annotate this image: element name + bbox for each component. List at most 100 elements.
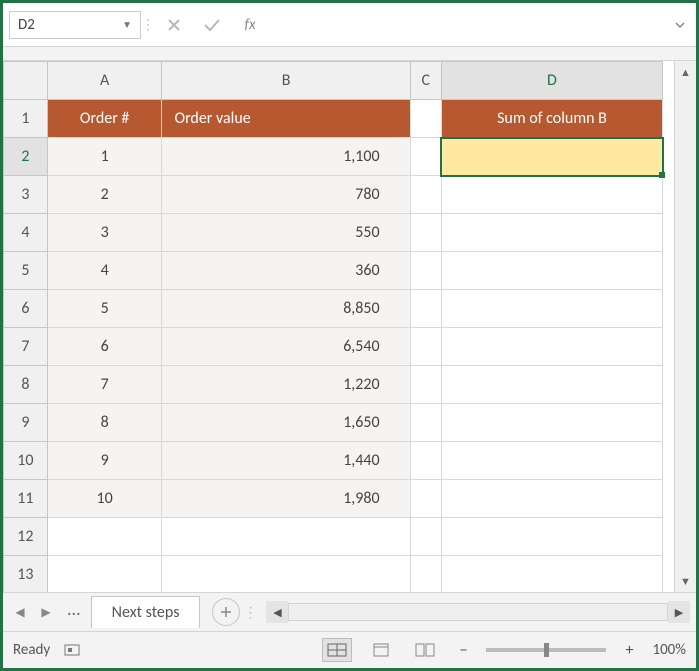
- cell-A12[interactable]: [47, 518, 162, 556]
- cell-A13[interactable]: [47, 556, 162, 593]
- cell-D4[interactable]: [441, 214, 662, 252]
- worksheet-grid[interactable]: A B C D 1 Order # Order value Sum of col…: [3, 61, 674, 592]
- cell-B1[interactable]: Order value: [162, 100, 410, 138]
- select-all-corner[interactable]: [4, 62, 48, 100]
- cell-A9[interactable]: 8: [47, 404, 162, 442]
- cell-B7[interactable]: 6,540: [162, 328, 410, 366]
- cell-B13[interactable]: [162, 556, 410, 593]
- row-header-12[interactable]: 12: [4, 518, 48, 556]
- cell-C1[interactable]: [410, 100, 441, 138]
- cell-A3[interactable]: 2: [47, 176, 162, 214]
- col-header-B[interactable]: B: [162, 62, 410, 100]
- row-header-5[interactable]: 5: [4, 252, 48, 290]
- zoom-in-button[interactable]: +: [620, 641, 638, 659]
- zoom-slider-thumb[interactable]: [544, 643, 549, 657]
- hscroll-track[interactable]: [288, 603, 668, 621]
- cell-D3[interactable]: [441, 176, 662, 214]
- row-header-9[interactable]: 9: [4, 404, 48, 442]
- cell-C11[interactable]: [410, 480, 441, 518]
- formula-input[interactable]: [269, 11, 670, 39]
- cell-D9[interactable]: [441, 404, 662, 442]
- scroll-track[interactable]: [675, 83, 696, 570]
- cell-D11[interactable]: [441, 480, 662, 518]
- tab-scroll-right-button[interactable]: ▶: [35, 601, 57, 623]
- tab-scroll-left-button[interactable]: ◀: [9, 601, 31, 623]
- cell-B6[interactable]: 8,850: [162, 290, 410, 328]
- name-box[interactable]: D2 ▼: [9, 11, 141, 39]
- hscroll-left-button[interactable]: ◀: [266, 601, 288, 623]
- cancel-formula-button[interactable]: [155, 11, 193, 39]
- cell-A10[interactable]: 9: [47, 442, 162, 480]
- cell-A1[interactable]: Order #: [47, 100, 162, 138]
- cell-C2[interactable]: [410, 138, 441, 176]
- enter-formula-button[interactable]: [193, 11, 231, 39]
- cell-D5[interactable]: [441, 252, 662, 290]
- cell-A5[interactable]: 4: [47, 252, 162, 290]
- row-header-8[interactable]: 8: [4, 366, 48, 404]
- cell-D13[interactable]: [441, 556, 662, 593]
- add-sheet-button[interactable]: [212, 598, 240, 626]
- cell-C9[interactable]: [410, 404, 441, 442]
- macro-record-icon[interactable]: [64, 642, 84, 658]
- zoom-slider[interactable]: [486, 648, 606, 652]
- cell-C4[interactable]: [410, 214, 441, 252]
- cell-A7[interactable]: 6: [47, 328, 162, 366]
- col-header-D[interactable]: D: [441, 62, 662, 100]
- col-header-C[interactable]: C: [410, 62, 441, 100]
- cell-D8[interactable]: [441, 366, 662, 404]
- cell-B12[interactable]: [162, 518, 410, 556]
- cell-B9[interactable]: 1,650: [162, 404, 410, 442]
- row-header-6[interactable]: 6: [4, 290, 48, 328]
- view-page-layout-button[interactable]: [366, 638, 396, 662]
- row-header-2[interactable]: 2: [4, 138, 48, 176]
- cell-B10[interactable]: 1,440: [162, 442, 410, 480]
- zoom-level-label[interactable]: 100%: [652, 641, 686, 659]
- row-header-1[interactable]: 1: [4, 100, 48, 138]
- row-header-3[interactable]: 3: [4, 176, 48, 214]
- insert-function-button[interactable]: fx: [231, 11, 269, 39]
- cell-C7[interactable]: [410, 328, 441, 366]
- cell-A6[interactable]: 5: [47, 290, 162, 328]
- sheet-tab-active[interactable]: Next steps: [91, 596, 201, 628]
- vertical-scrollbar[interactable]: ▲ ▼: [674, 61, 696, 592]
- view-normal-button[interactable]: [322, 638, 352, 662]
- row-header-10[interactable]: 10: [4, 442, 48, 480]
- zoom-out-button[interactable]: −: [454, 641, 472, 659]
- cell-D1[interactable]: Sum of column B: [441, 100, 662, 138]
- cell-D10[interactable]: [441, 442, 662, 480]
- expand-formula-bar-button[interactable]: [670, 19, 690, 31]
- tab-overflow-ellipsis[interactable]: ...: [61, 598, 87, 620]
- cell-C5[interactable]: [410, 252, 441, 290]
- cell-D2-selected[interactable]: [441, 138, 662, 176]
- cell-D7[interactable]: [441, 328, 662, 366]
- view-page-break-button[interactable]: [410, 638, 440, 662]
- cell-A4[interactable]: 3: [47, 214, 162, 252]
- hscroll-right-button[interactable]: ▶: [668, 601, 690, 623]
- row-header-7[interactable]: 7: [4, 328, 48, 366]
- name-box-dropdown-icon[interactable]: ▼: [122, 18, 132, 31]
- cell-A8[interactable]: 7: [47, 366, 162, 404]
- cell-C8[interactable]: [410, 366, 441, 404]
- cell-A11[interactable]: 10: [47, 480, 162, 518]
- cell-B8[interactable]: 1,220: [162, 366, 410, 404]
- cell-C3[interactable]: [410, 176, 441, 214]
- cell-D12[interactable]: [441, 518, 662, 556]
- cell-A2[interactable]: 1: [47, 138, 162, 176]
- cell-B3[interactable]: 780: [162, 176, 410, 214]
- scroll-down-button[interactable]: ▼: [675, 570, 696, 592]
- cell-C12[interactable]: [410, 518, 441, 556]
- row-header-4[interactable]: 4: [4, 214, 48, 252]
- cell-C10[interactable]: [410, 442, 441, 480]
- col-header-A[interactable]: A: [47, 62, 162, 100]
- row-header-13[interactable]: 13: [4, 556, 48, 593]
- cell-C6[interactable]: [410, 290, 441, 328]
- cell-B4[interactable]: 550: [162, 214, 410, 252]
- cell-B11[interactable]: 1,980: [162, 480, 410, 518]
- horizontal-scrollbar[interactable]: ◀ ▶: [266, 601, 690, 623]
- row-header-11[interactable]: 11: [4, 480, 48, 518]
- cell-B5[interactable]: 360: [162, 252, 410, 290]
- cell-C13[interactable]: [410, 556, 441, 593]
- cell-D6[interactable]: [441, 290, 662, 328]
- cell-B2[interactable]: 1,100: [162, 138, 410, 176]
- scroll-up-button[interactable]: ▲: [675, 61, 696, 83]
